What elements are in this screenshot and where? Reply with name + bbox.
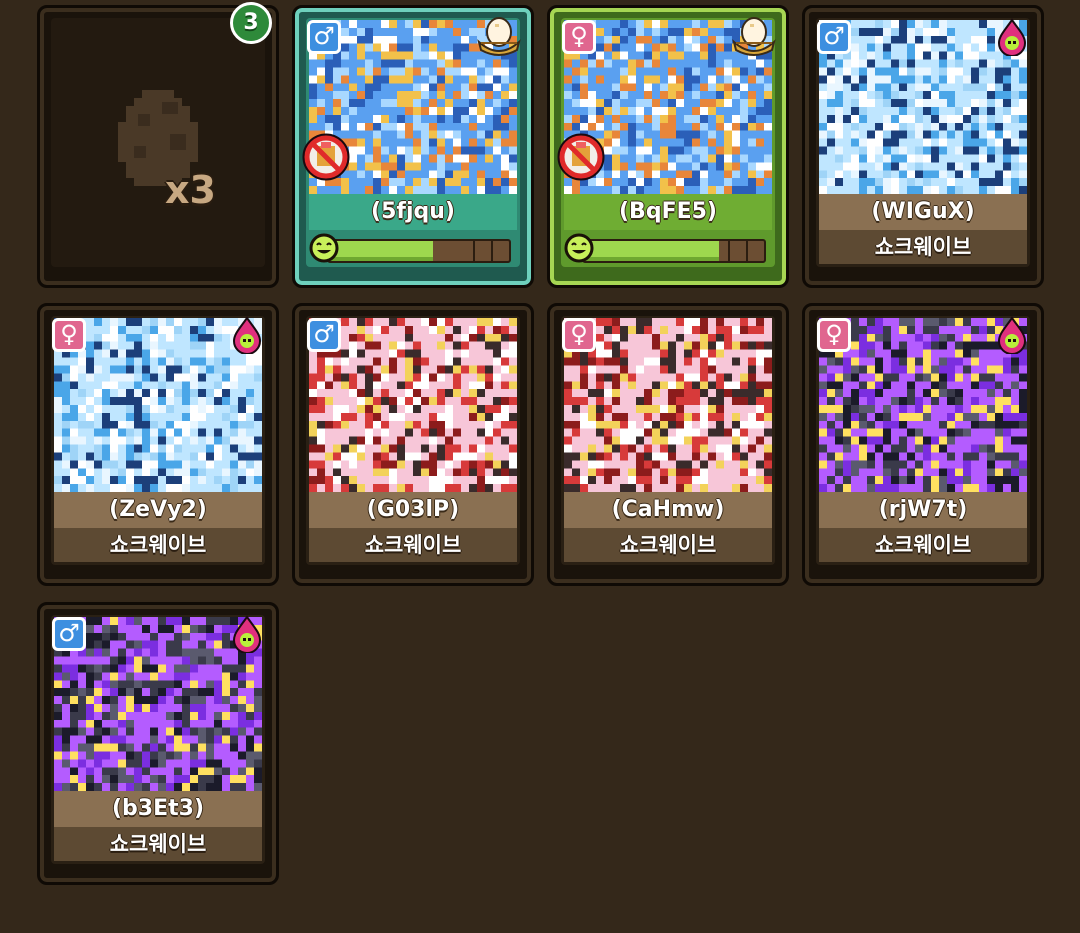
pet-card[interactable]: ♀ (rjW7t) 쇼크웨이브: [802, 303, 1044, 586]
happiness-meter: [564, 233, 772, 263]
happiness-meter: [309, 233, 517, 263]
pet-skill-label: 쇼크웨이브: [54, 528, 262, 562]
pet-inventory-grid: x3 3 ♂ (5fjqu) ♀ (BqFE5) ♂ (WIGuX) 쇼크웨이브 ♀ (ZeVy…: [0, 0, 1080, 933]
egg-quantity-label: x3: [165, 168, 216, 212]
pet-card[interactable]: ♂ (G03lP) 쇼크웨이브: [292, 303, 534, 586]
happiness-track: [582, 239, 766, 263]
male-gender-icon: ♂: [307, 20, 341, 54]
pet-name-label: (G03lP): [309, 492, 517, 528]
female-gender-icon: ♀: [562, 318, 596, 352]
egg-count-badge: 3: [230, 2, 272, 44]
pet-name-label: (ZeVy2): [54, 492, 262, 528]
happiness-segment-divider: [746, 241, 748, 261]
dark-element-icon: [232, 316, 262, 354]
dark-element-icon: [997, 18, 1027, 56]
pet-skill-label: 쇼크웨이브: [564, 528, 772, 562]
pet-skill-label: 쇼크웨이브: [819, 528, 1027, 562]
pet-name-label: (b3Et3): [54, 791, 262, 827]
dark-element-icon: [232, 615, 262, 653]
happiness-fill: [329, 241, 434, 261]
female-gender-icon: ♀: [817, 318, 851, 352]
happiness-track: [327, 239, 511, 263]
pet-card[interactable]: ♀ (ZeVy2) 쇼크웨이브: [37, 303, 279, 586]
pet-card[interactable]: ♂ (b3Et3) 쇼크웨이브: [37, 602, 279, 885]
pet-card[interactable]: ♀ (BqFE5): [547, 5, 789, 288]
happiness-segment-divider: [728, 241, 730, 261]
pet-skill-label: 쇼크웨이브: [309, 528, 517, 562]
happiness-fill: [584, 241, 719, 261]
male-gender-icon: ♂: [52, 617, 86, 651]
pet-name-label: (5fjqu): [309, 194, 517, 230]
egg-slot-card[interactable]: x3 3: [37, 2, 279, 288]
pet-name-label: (CaHmw): [564, 492, 772, 528]
female-gender-icon: ♀: [52, 318, 86, 352]
pet-card[interactable]: ♂ (WIGuX) 쇼크웨이브: [802, 5, 1044, 288]
no-breed-icon: [557, 133, 605, 181]
egg-nest-icon: [732, 17, 776, 56]
no-breed-icon: [302, 133, 350, 181]
happiness-segment-divider: [473, 241, 475, 261]
pet-name-label: (rjW7t): [819, 492, 1027, 528]
pet-skill-label: 쇼크웨이브: [819, 230, 1027, 264]
male-gender-icon: ♂: [817, 20, 851, 54]
pet-name-label: (BqFE5): [564, 194, 772, 230]
happiness-smiley-icon: [309, 233, 339, 263]
happiness-smiley-icon: [564, 233, 594, 263]
egg-nest-icon: [477, 17, 521, 56]
pet-name-label: (WIGuX): [819, 194, 1027, 230]
happiness-segment-divider: [491, 241, 493, 261]
pet-skill-label: 쇼크웨이브: [54, 827, 262, 861]
dark-element-icon: [997, 316, 1027, 354]
male-gender-icon: ♂: [307, 318, 341, 352]
pet-card[interactable]: ♂ (5fjqu): [292, 5, 534, 288]
pet-card[interactable]: ♀ (CaHmw) 쇼크웨이브: [547, 303, 789, 586]
female-gender-icon: ♀: [562, 20, 596, 54]
